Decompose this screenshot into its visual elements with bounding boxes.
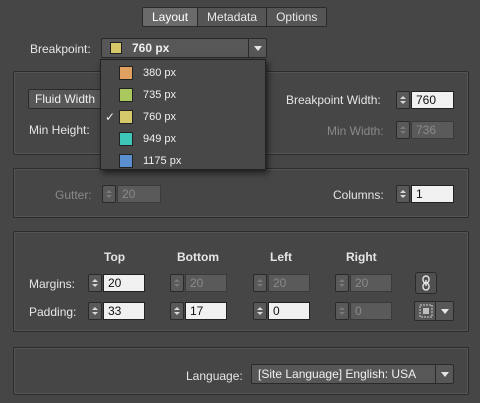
columns-stepper[interactable] [396,185,410,203]
breakpoint-option-swatch [119,132,133,146]
breakpoint-width-label: Breakpoint Width: [286,93,381,107]
min-width-stepper [396,121,410,139]
language-label: Language: [186,369,243,383]
tab-layout[interactable]: Layout [143,8,199,26]
breakpoint-width-stepper[interactable] [396,91,410,109]
link-icon [422,275,430,291]
language-value: [Site Language] English: USA [258,367,417,381]
breakpoint-option-swatch [119,66,133,80]
columns-label: Columns: [333,188,384,202]
breakpoint-option-label: 735 px [143,89,177,101]
breakpoint-color-swatch [110,42,122,54]
min-height-label: Min Height: [29,123,90,137]
tab-options[interactable]: Options [267,8,327,26]
breakpoint-label: Breakpoint: [30,42,91,56]
gutter-stepper [102,185,116,203]
margin-right-stepper [335,274,349,292]
gutter-input: 20 [117,185,161,203]
fluid-width-select[interactable]: Fluid Width [28,89,106,109]
padding-left-stepper[interactable] [253,302,267,320]
breakpoint-selected-value: 760 px [132,41,170,55]
col-header-top: Top [104,250,126,264]
breakpoint-dropdown-menu: 380 px 735 px ✓ 760 px 949 px 1175 px [100,59,266,170]
margins-label: Margins: [29,277,76,291]
padding-right-stepper [335,302,349,320]
gutter-label: Gutter: [55,188,92,202]
breakpoint-option[interactable]: 735 px [101,84,265,106]
columns-input[interactable]: 1 [411,185,454,203]
tab-bar: Layout Metadata Options [142,7,328,27]
padding-left-input[interactable]: 0 [268,302,310,320]
breakpoint-option-label: 949 px [143,133,177,145]
tab-metadata[interactable]: Metadata [198,8,268,26]
breakpoint-option-swatch [119,154,133,168]
breakpoint-option-label: 380 px [143,67,177,79]
breakpoint-option-label: 1175 px [143,155,182,167]
margin-top-input[interactable]: 20 [103,274,145,292]
margin-top-stepper[interactable] [88,274,102,292]
breakpoint-width-input[interactable]: 760 [411,91,454,109]
padding-mode-select[interactable] [414,301,454,321]
breakpoint-option-swatch [119,88,133,102]
col-header-bottom: Bottom [177,250,219,264]
padding-bottom-stepper[interactable] [170,302,184,320]
box-model-icon [419,304,433,318]
chevron-down-icon [435,365,453,383]
padding-right-input: 0 [350,302,392,320]
breakpoint-option[interactable]: 380 px [101,62,265,84]
margin-left-input: 20 [268,274,310,292]
margin-right-input: 20 [350,274,392,292]
min-width-label: Min Width: [327,124,384,138]
breakpoint-option[interactable]: 949 px [101,128,265,150]
check-icon: ✓ [105,110,116,124]
spacing-panel [13,231,469,332]
padding-bottom-input[interactable]: 17 [185,302,227,320]
margin-bottom-stepper [170,274,184,292]
margin-bottom-input: 20 [185,274,227,292]
col-header-left: Left [270,250,292,264]
chevron-down-icon [435,302,453,320]
fluid-width-label: Fluid Width [35,92,96,106]
padding-top-input[interactable]: 33 [103,302,145,320]
padding-label: Padding: [29,305,77,319]
breakpoint-option[interactable]: ✓ 760 px [101,106,265,128]
link-margins-button[interactable] [415,272,437,294]
padding-top-stepper[interactable] [88,302,102,320]
chevron-down-icon [248,39,266,57]
language-select[interactable]: [Site Language] English: USA [251,364,454,384]
breakpoint-option-swatch [119,110,133,124]
col-header-right: Right [346,250,377,264]
breakpoint-option-label: 760 px [143,111,177,123]
breakpoint-select[interactable]: 760 px [101,38,267,58]
min-width-input: 736 [411,121,454,139]
breakpoint-option[interactable]: 1175 px [101,150,265,172]
margin-left-stepper [253,274,267,292]
